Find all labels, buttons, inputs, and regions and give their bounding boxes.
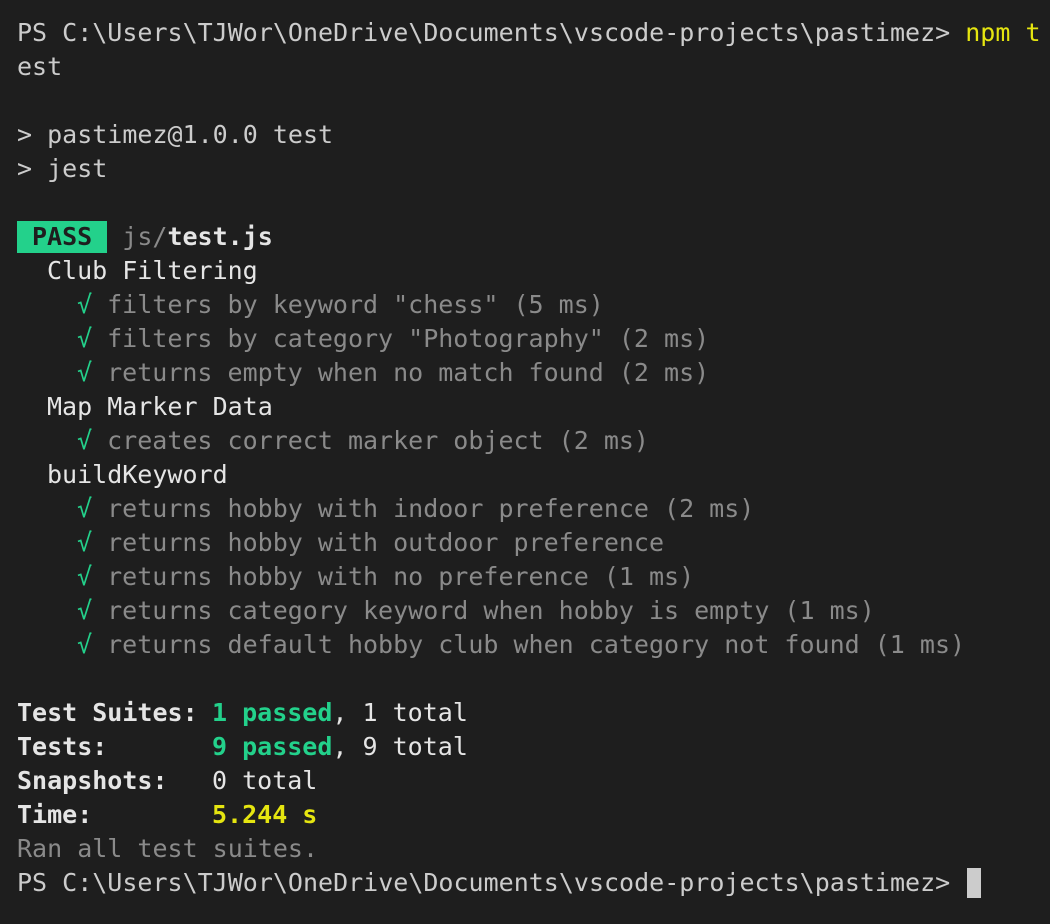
text-cursor xyxy=(967,868,982,898)
test-result-row: √ returns hobby with outdoor preference xyxy=(17,526,1050,560)
test-groups: Club Filtering √ filters by keyword "ches… xyxy=(17,254,1050,662)
snapshots-label: Snapshots: xyxy=(17,766,168,795)
final-prompt: PS C:\Users\TJWor\OneDrive\Documents\vsc… xyxy=(17,868,951,897)
file-name: test.js xyxy=(167,222,273,251)
test-name: returns hobby with indoor preference (2 … xyxy=(107,494,755,523)
summary-suites: Test Suites: 1 passed, 1 total xyxy=(17,696,1050,730)
ran-all-line: Ran all test suites. xyxy=(17,834,319,863)
tests-passed: 9 passed xyxy=(212,732,333,761)
check-icon: √ xyxy=(77,358,93,387)
test-result-row: √ returns category keyword when hobby is… xyxy=(17,594,1050,628)
test-name: returns default hobby club when category… xyxy=(107,630,966,659)
npm-script-line: > pastimez@1.0.0 test xyxy=(17,120,334,149)
check-icon: √ xyxy=(77,528,93,557)
check-icon: √ xyxy=(77,494,93,523)
test-result-row: √ creates correct marker object (2 ms) xyxy=(17,424,1050,458)
tests-label: Tests: xyxy=(17,732,108,761)
suites-label: Test Suites: xyxy=(17,698,198,727)
check-icon: √ xyxy=(77,324,93,353)
test-group-name: Map Marker Data xyxy=(47,392,273,421)
test-result-row: √ filters by keyword "chess" (5 ms) xyxy=(17,288,1050,322)
check-icon: √ xyxy=(77,290,93,319)
test-result-row: √ filters by category "Photography" (2 m… xyxy=(17,322,1050,356)
test-group-name: Club Filtering xyxy=(47,256,258,285)
test-name: returns hobby with no preference (1 ms) xyxy=(107,562,695,591)
test-result-row: √ returns hobby with indoor preference (… xyxy=(17,492,1050,526)
test-result-row: √ returns empty when no match found (2 m… xyxy=(17,356,1050,390)
terminal-output[interactable]: PS C:\Users\TJWor\OneDrive\Documents\vsc… xyxy=(17,16,1050,900)
time-label: Time: xyxy=(17,800,93,829)
check-icon: √ xyxy=(77,596,93,625)
summary-snapshots: Snapshots: 0 total xyxy=(17,764,1050,798)
check-icon: √ xyxy=(77,562,93,591)
pass-badge: PASS xyxy=(17,221,108,253)
jest-line: > jest xyxy=(17,154,108,183)
time-value: 5.244 s xyxy=(212,800,318,829)
command-line: PS C:\Users\TJWor\OneDrive\Documents\vsc… xyxy=(17,16,1050,50)
test-name: returns hobby with outdoor preference xyxy=(107,528,665,557)
summary-tests: Tests: 9 passed, 9 total xyxy=(17,730,1050,764)
tests-total: , 9 total xyxy=(332,732,468,761)
test-result-row: √ returns hobby with no preference (1 ms… xyxy=(17,560,1050,594)
test-group-name: buildKeyword xyxy=(47,460,228,489)
final-prompt-line[interactable]: PS C:\Users\TJWor\OneDrive\Documents\vsc… xyxy=(17,866,1050,900)
test-name: filters by keyword "chess" (5 ms) xyxy=(107,290,604,319)
summary-time: Time: 5.244 s xyxy=(17,798,1050,832)
pass-line: PASS js/test.js xyxy=(17,220,1050,254)
test-name: creates correct marker object (2 ms) xyxy=(107,426,649,455)
command-text-wrap: est xyxy=(17,52,63,81)
file-dir: js/ xyxy=(122,222,168,251)
test-name: returns empty when no match found (2 ms) xyxy=(107,358,710,387)
suites-total: , 1 total xyxy=(332,698,468,727)
test-name: filters by category "Photography" (2 ms) xyxy=(107,324,710,353)
snapshots-total: 0 total xyxy=(212,766,318,795)
command-text: npm t xyxy=(965,18,1041,47)
command-line-wrap: est xyxy=(17,50,1050,84)
test-result-row: √ returns default hobby club when catego… xyxy=(17,628,1050,662)
test-name: returns category keyword when hobby is e… xyxy=(107,596,875,625)
check-icon: √ xyxy=(77,426,93,455)
suites-passed: 1 passed xyxy=(212,698,333,727)
prompt-text: PS C:\Users\TJWor\OneDrive\Documents\vsc… xyxy=(17,18,951,47)
check-icon: √ xyxy=(77,630,93,659)
